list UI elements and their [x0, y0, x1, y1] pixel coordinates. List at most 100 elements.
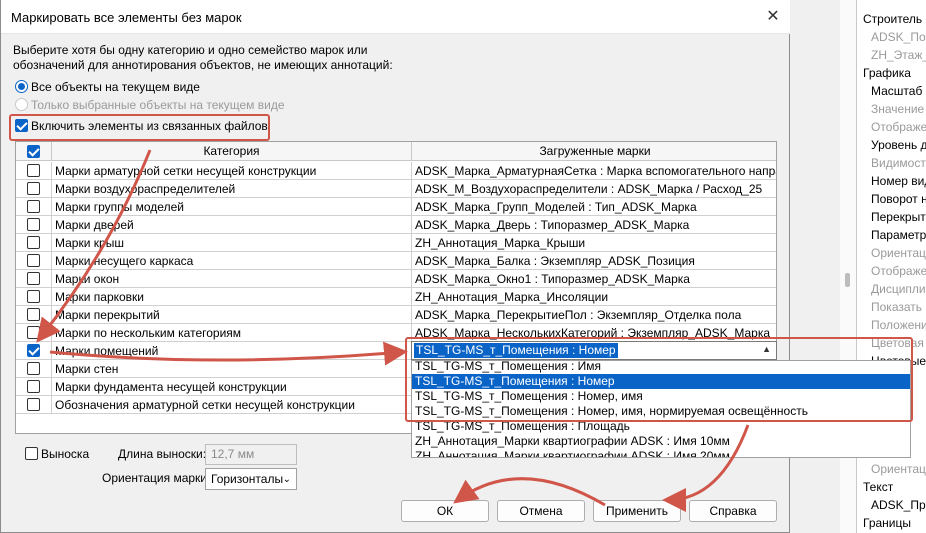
- property-row[interactable]: Показать н: [871, 298, 926, 316]
- leader-checkbox[interactable]: [25, 447, 38, 460]
- table-row[interactable]: Марки арматурной сетки несущей конструкц…: [16, 162, 776, 180]
- tag-cell[interactable]: ADSK_Марка_Окно1 : Типоразмер_ADSK_Марка: [412, 270, 776, 288]
- tag-cell[interactable]: ADSK_Марка_ПерекрытиеПол : Экземпляр_Отд…: [412, 306, 776, 324]
- table-row[interactable]: Марки дверей ADSK_Марка_Дверь : Типоразме…: [16, 216, 776, 234]
- row-check-cell: [16, 288, 52, 306]
- row-checkbox[interactable]: [27, 308, 40, 321]
- tag-cell[interactable]: ADSK_Марка_Дверь : Типоразмер_ADSK_Марка: [412, 216, 776, 234]
- row-checkbox[interactable]: [27, 182, 40, 195]
- radio-all-objects[interactable]: [15, 80, 28, 93]
- property-row[interactable]: Масштаб в: [871, 82, 926, 100]
- table-row[interactable]: Марки воздухораспределителей ADSK_M_Возду…: [16, 180, 776, 198]
- tag-cell[interactable]: ADSK_Марка_АрматурнаяСетка : Марка вспом…: [412, 162, 776, 180]
- dropdown-option[interactable]: TSL_TG-MS_т_Помещения : Номер, имя: [412, 389, 910, 404]
- property-row[interactable]: Ориентаци: [871, 460, 926, 478]
- select-all-checkbox[interactable]: [27, 145, 40, 158]
- property-row[interactable]: Цветовая с: [871, 334, 926, 352]
- property-row[interactable]: Отображе: [871, 262, 926, 280]
- category-cell: Марки парковки: [52, 288, 412, 306]
- dropdown-option[interactable]: TSL_TG-MS_т_Помещения : Номер, имя, норм…: [412, 404, 910, 419]
- table-row[interactable]: Марки окон ADSK_Марка_Окно1 : Типоразмер_…: [16, 270, 776, 288]
- cancel-button[interactable]: Отмена: [497, 500, 585, 522]
- row-checkbox[interactable]: [27, 380, 40, 393]
- dropdown-option[interactable]: ZH_Аннотация_Марки квартиографии ADSK : …: [412, 449, 910, 457]
- property-row[interactable]: Видимость: [871, 154, 926, 172]
- property-row[interactable]: Положени: [871, 316, 926, 334]
- table-row[interactable]: Марки крыш ZH_Аннотация_Марка_Крыши: [16, 234, 776, 252]
- row-checkbox[interactable]: [27, 272, 40, 285]
- tag-dropdown-list: TSL_TG-MS_т_Помещения : Имя TSL_TG-MS_т_П…: [411, 360, 911, 458]
- tag-cell[interactable]: ZH_Аннотация_Марка_Инсоляции: [412, 288, 776, 306]
- tag-cell[interactable]: ADSK_Марка_Балка : Экземпляр_ADSK_Позици…: [412, 252, 776, 270]
- property-row[interactable]: ADSK_При: [871, 496, 926, 514]
- row-check-cell: [16, 162, 52, 180]
- category-cell: Марки фундамента несущей конструкции: [52, 378, 412, 396]
- leader-label: Выноска: [41, 447, 90, 461]
- radio-selected-objects[interactable]: [15, 98, 28, 111]
- row-check-cell: [16, 216, 52, 234]
- row-checkbox[interactable]: [27, 164, 40, 177]
- category-cell: Марки дверей: [52, 216, 412, 234]
- orientation-select[interactable]: Горизонталы ⌄: [205, 468, 297, 490]
- property-row[interactable]: Отображе: [871, 118, 926, 136]
- tag-dropdown[interactable]: TSL_TG-MS_т_Помещения : Номер ▲: [411, 341, 777, 360]
- table-row[interactable]: Марки по нескольким категориям ADSK_Марка…: [16, 324, 776, 342]
- property-row[interactable]: Строитель: [863, 10, 922, 28]
- dropdown-option[interactable]: TSL_TG-MS_т_Помещения : Номер: [412, 374, 910, 389]
- row-checkbox[interactable]: [27, 236, 40, 249]
- property-row[interactable]: Номер вид: [871, 172, 926, 190]
- property-row[interactable]: Параметр: [871, 226, 926, 244]
- property-row[interactable]: Ориентаци: [871, 244, 926, 262]
- property-row[interactable]: Границы: [863, 514, 911, 532]
- dropdown-option[interactable]: ZH_Аннотация_Марки квартиографии ADSK : …: [412, 434, 910, 449]
- row-checkbox[interactable]: [27, 218, 40, 231]
- dropdown-option[interactable]: TSL_TG-MS_т_Помещения : Площадь: [412, 419, 910, 434]
- row-checkbox[interactable]: [27, 398, 40, 411]
- property-row[interactable]: Дисципли: [871, 280, 926, 298]
- tag-dropdown-value: TSL_TG-MS_т_Помещения : Номер: [414, 343, 618, 358]
- property-row[interactable]: ZH_Этаж_Ч: [871, 46, 926, 64]
- tag-cell[interactable]: ZH_Аннотация_Марка_Крыши: [412, 234, 776, 252]
- scroll-thumb[interactable]: [845, 273, 850, 287]
- category-cell: Марки помещений: [52, 342, 412, 360]
- row-checkbox[interactable]: [27, 254, 40, 267]
- table-row[interactable]: Марки перекрытий ADSK_Марка_ПерекрытиеПол…: [16, 306, 776, 324]
- chevron-up-icon[interactable]: ▲: [762, 344, 771, 354]
- property-row[interactable]: Графика: [863, 64, 911, 82]
- close-icon[interactable]: ✕: [761, 6, 785, 28]
- row-checkbox[interactable]: [27, 362, 40, 375]
- property-row[interactable]: Текст: [863, 478, 893, 496]
- header-select-all[interactable]: [16, 142, 52, 161]
- row-check-cell: [16, 396, 52, 414]
- apply-button[interactable]: Применить: [593, 500, 681, 522]
- category-cell: Обозначения арматурной сетки несущей кон…: [52, 396, 412, 414]
- include-linked-checkbox[interactable]: [15, 119, 28, 132]
- category-cell: Марки окон: [52, 270, 412, 288]
- tag-cell[interactable]: ADSK_Марка_Групп_Моделей : Тип_ADSK_Марк…: [412, 198, 776, 216]
- table-row[interactable]: Марки парковки ZH_Аннотация_Марка_Инсоляц…: [16, 288, 776, 306]
- row-check-cell: [16, 198, 52, 216]
- help-button[interactable]: Справка: [689, 500, 777, 522]
- table-row[interactable]: Марки несущего каркаса ADSK_Марка_Балка :…: [16, 252, 776, 270]
- row-checkbox[interactable]: [27, 344, 40, 357]
- property-row[interactable]: Перекрыт: [871, 208, 926, 226]
- category-cell: Марки стен: [52, 360, 412, 378]
- header-category[interactable]: Категория: [52, 142, 412, 161]
- row-checkbox[interactable]: [27, 200, 40, 213]
- tag-cell[interactable]: ADSK_Марка_НесколькихКатегорий : Экземпл…: [412, 324, 776, 342]
- row-checkbox[interactable]: [27, 326, 40, 339]
- ok-button[interactable]: ОК: [401, 500, 489, 522]
- chevron-down-icon[interactable]: ⌄: [283, 470, 291, 490]
- header-loaded-tags[interactable]: Загруженные марки: [412, 142, 776, 161]
- row-checkbox[interactable]: [27, 290, 40, 303]
- property-row[interactable]: Уровень д: [871, 136, 926, 154]
- property-row[interactable]: Поворот н: [871, 190, 926, 208]
- table-row[interactable]: Марки группы моделей ADSK_Марка_Групп_Мод…: [16, 198, 776, 216]
- property-row[interactable]: Значение: [871, 100, 924, 118]
- row-check-cell: [16, 270, 52, 288]
- property-row[interactable]: ADSK_Пози: [871, 28, 926, 46]
- leader-length-input[interactable]: 12,7 мм: [205, 444, 297, 465]
- screen: СтроительADSK_ПозиZH_Этаж_ЧГрафикаМасшта…: [0, 0, 926, 533]
- dropdown-option[interactable]: TSL_TG-MS_т_Помещения : Имя: [412, 361, 910, 374]
- tag-cell[interactable]: ADSK_M_Воздухораспределители : ADSK_Марк…: [412, 180, 776, 198]
